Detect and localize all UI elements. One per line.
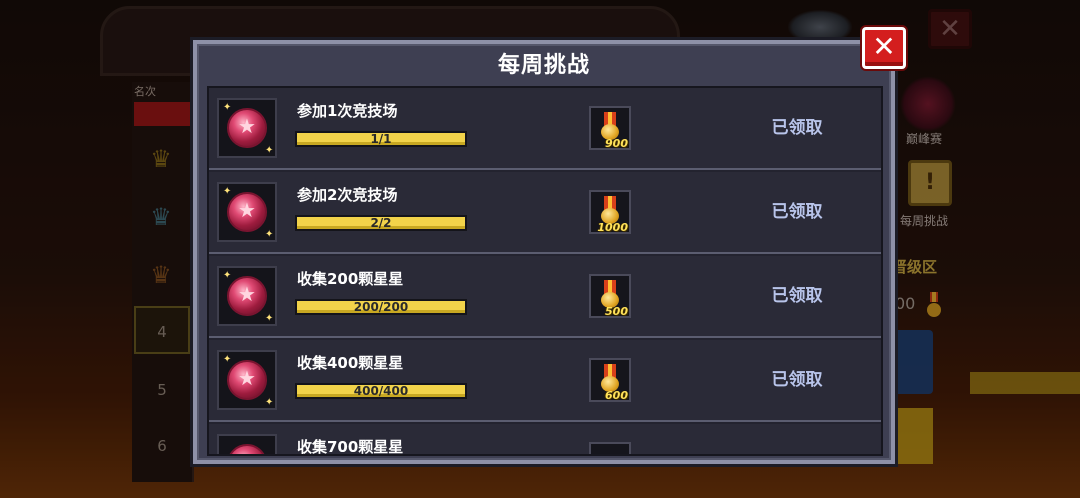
progress-text: 2/2 (370, 216, 392, 230)
claimed-button[interactable]: 已领取 (747, 172, 847, 252)
claimed-button[interactable]: 已领取 (747, 88, 847, 168)
progress-bar: 200/200 (295, 299, 467, 315)
close-button[interactable]: ✕ (862, 27, 906, 69)
claimed-button[interactable]: 已领取 (747, 340, 847, 420)
challenge-row: ★ ✦ ✦ 参加2次竞技场 2/2 1000 已领取 (209, 172, 881, 254)
star-gem-icon: ★ ✦ ✦ (217, 350, 277, 410)
progress-bar: 400/400 (295, 383, 467, 399)
challenge-name: 收集700颗星星 (297, 438, 404, 456)
challenge-name: 参加1次竞技场 (297, 102, 398, 120)
reward-amount: 600 (605, 389, 628, 402)
progress-text: 200/200 (353, 300, 409, 314)
claimed-button[interactable]: 已领取 (747, 256, 847, 336)
progress-bar: 2/2 (295, 215, 467, 231)
challenge-name: 收集400颗星星 (297, 354, 404, 372)
challenge-list[interactable]: ★ ✦ ✦ 参加1次竞技场 1/1 900 已领取 ★ ✦ ✦ 参加2次竞技场 … (207, 86, 883, 456)
challenge-name: 收集200颗星星 (297, 270, 404, 288)
challenge-row: ★ 收集700颗星星 (209, 424, 881, 456)
star-gem-icon: ★ ✦ ✦ (217, 266, 277, 326)
challenge-row: ★ ✦ ✦ 参加1次竞技场 1/1 900 已领取 (209, 88, 881, 170)
progress-text: 400/400 (353, 384, 409, 398)
challenge-name: 参加2次竞技场 (297, 186, 398, 204)
challenge-row: ★ ✦ ✦ 收集200颗星星 200/200 500 已领取 (209, 256, 881, 338)
reward-amount: 900 (605, 137, 628, 150)
reward-amount: 1000 (597, 221, 628, 234)
star-gem-icon: ★ ✦ ✦ (217, 182, 277, 242)
progress-text: 1/1 (370, 132, 392, 146)
challenge-row: ★ ✦ ✦ 收集400颗星星 400/400 600 已领取 (209, 340, 881, 422)
dialog-title: 每周挑战 (497, 53, 590, 78)
medal-reward: 1000 (589, 190, 631, 234)
reward-amount: 500 (605, 305, 628, 318)
progress-bar: 1/1 (295, 131, 467, 147)
medal-reward (589, 442, 631, 454)
medal-reward: 900 (589, 106, 631, 150)
star-gem-icon: ★ (217, 434, 277, 454)
star-gem-icon: ★ ✦ ✦ (217, 98, 277, 158)
medal-reward: 600 (589, 358, 631, 402)
weekly-challenge-dialog: 每周挑战 ★ ✦ ✦ 参加1次竞技场 1/1 900 已领取 ★ ✦ ✦ 参加2… (193, 40, 895, 464)
medal-reward: 500 (589, 274, 631, 318)
